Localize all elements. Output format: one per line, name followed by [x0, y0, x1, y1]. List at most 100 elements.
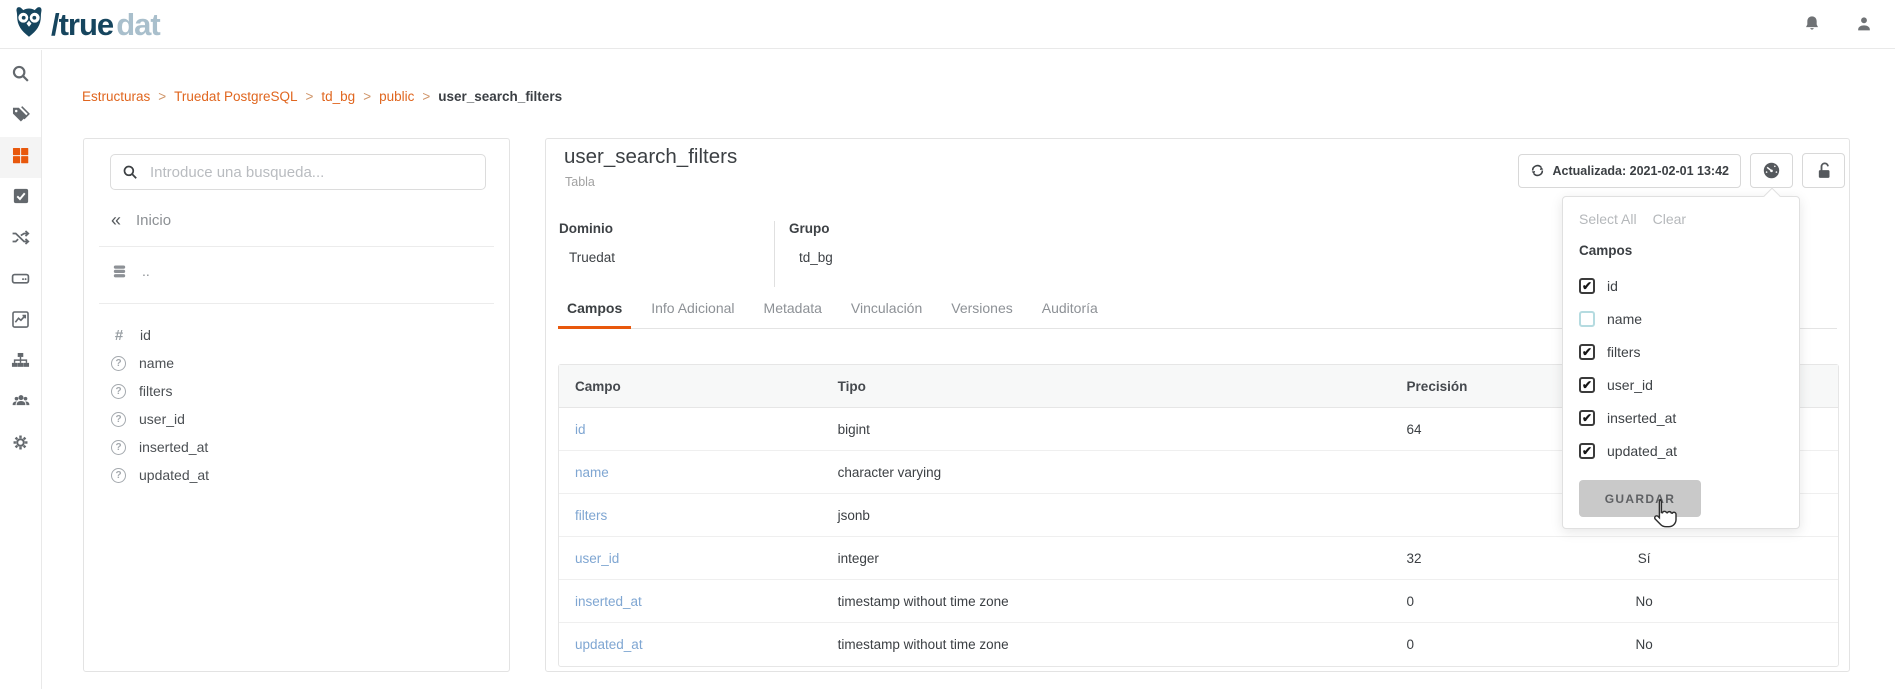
sidebar-item-dashboards[interactable] — [0, 301, 41, 342]
breadcrumb-link[interactable]: public — [379, 89, 414, 104]
field-item[interactable]: ?filters — [111, 377, 489, 405]
column-header: Campo — [559, 365, 822, 408]
question-icon: ? — [111, 356, 126, 371]
field-link-cell[interactable]: updated_at — [559, 623, 822, 666]
tab-metadata[interactable]: Metadata — [755, 291, 831, 328]
question-icon: ? — [111, 412, 126, 427]
field-type-cell: timestamp without time zone — [822, 623, 1391, 666]
field-link-cell[interactable]: inserted_at — [559, 580, 822, 623]
field-label: id — [140, 327, 151, 343]
user-avatar-icon[interactable] — [1853, 13, 1875, 35]
sidebar-item-search[interactable] — [0, 55, 41, 96]
option-label: inserted_at — [1607, 410, 1676, 426]
refresh-icon — [1530, 163, 1545, 178]
field-link-cell[interactable]: name — [559, 451, 822, 494]
field-nullable-cell: Sí — [1540, 537, 1838, 580]
field-item[interactable]: ?inserted_at — [111, 433, 489, 461]
dropdown-option[interactable]: ✔id — [1579, 269, 1785, 302]
gauge-icon — [1761, 160, 1782, 181]
sidebar-item-tags[interactable] — [0, 96, 41, 137]
tags-icon — [11, 105, 30, 129]
dropdown-option[interactable]: ✔updated_at — [1579, 434, 1785, 467]
breadcrumb-link[interactable]: td_bg — [321, 89, 355, 104]
notifications-bell-icon[interactable] — [1801, 13, 1823, 35]
column-header: Precisión — [1391, 365, 1541, 408]
field-link-cell[interactable]: user_id — [559, 537, 822, 580]
sidebar-item-settings[interactable] — [0, 424, 41, 465]
field-precision-cell: 64 — [1391, 408, 1541, 451]
server-icon — [11, 269, 30, 293]
info-label: Dominio — [559, 221, 774, 236]
field-precision-cell — [1391, 494, 1541, 537]
clear-link[interactable]: Clear — [1653, 211, 1686, 227]
logo-text-light: dat — [116, 9, 160, 40]
home-link[interactable]: « Inicio — [111, 209, 171, 231]
hash-icon: # — [111, 327, 127, 344]
field-nullable-cell: No — [1540, 623, 1838, 666]
table-row: user_idinteger32Sí — [559, 537, 1838, 580]
collapse-chevrons-icon: « — [111, 211, 121, 229]
magnifier-icon — [11, 64, 30, 88]
field-item[interactable]: # id — [111, 321, 489, 349]
dropdown-option[interactable]: name — [1579, 302, 1785, 335]
fields-dropdown: Select All Clear Campos ✔idname✔filters✔… — [1562, 196, 1800, 529]
tab-info-adicional[interactable]: Info Adicional — [642, 291, 743, 328]
chart-line-icon — [11, 310, 30, 334]
field-nullable-cell: No — [1540, 580, 1838, 623]
question-icon: ? — [111, 468, 126, 483]
breadcrumb-link[interactable]: Truedat PostgreSQL — [174, 89, 297, 104]
field-type-cell: jsonb — [822, 494, 1391, 537]
fields-config-button[interactable] — [1750, 153, 1793, 188]
field-link-cell[interactable]: id — [559, 408, 822, 451]
database-icon — [111, 263, 128, 280]
sidebar-item-lineage[interactable] — [0, 219, 41, 260]
checkbox-checked-icon[interactable]: ✔ — [1579, 410, 1595, 426]
divider — [99, 246, 494, 247]
info-value: td_bg — [789, 250, 833, 265]
fields-list: # id? name ?filters? user_id ?inserted_at?upd… — [111, 321, 489, 489]
question-icon: ? — [111, 384, 126, 399]
sidebar-item-taxonomy[interactable] — [0, 342, 41, 383]
field-label: user_id — [139, 411, 185, 427]
table-row: inserted_attimestamp without time zone0N… — [559, 580, 1838, 623]
checkbox-unchecked-icon[interactable] — [1579, 311, 1595, 327]
breadcrumb-link[interactable]: Estructuras — [82, 89, 150, 104]
info-group: Grupo td_bg — [775, 221, 833, 289]
sidebar-item-systems[interactable] — [0, 260, 41, 301]
parent-item[interactable]: .. — [111, 259, 150, 283]
dropdown-option[interactable]: ✔ user_id — [1579, 368, 1785, 401]
save-button[interactable]: GUARDAR — [1579, 480, 1701, 517]
shuffle-icon — [11, 228, 30, 252]
field-type-cell: bigint — [822, 408, 1391, 451]
option-label: name — [1607, 311, 1642, 327]
tab-auditor-a[interactable]: Auditoría — [1033, 291, 1107, 328]
tab-vinculaci-n[interactable]: Vinculación — [842, 291, 931, 328]
field-label: name — [139, 355, 174, 371]
lock-open-button[interactable] — [1802, 153, 1845, 188]
field-item[interactable]: ? name — [111, 349, 489, 377]
field-item[interactable]: ?updated_at — [111, 461, 489, 489]
search-input[interactable] — [148, 163, 474, 182]
select-all-link[interactable]: Select All — [1579, 211, 1637, 227]
tab-versiones[interactable]: Versiones — [942, 291, 1021, 328]
option-label: user_id — [1607, 377, 1653, 393]
grid-icon — [11, 146, 30, 170]
field-item[interactable]: ? user_id — [111, 405, 489, 433]
sidebar-item-quality[interactable] — [0, 178, 41, 219]
checkbox-checked-icon[interactable]: ✔ — [1579, 377, 1595, 393]
checkbox-checked-icon[interactable]: ✔ — [1579, 443, 1595, 459]
checkbox-checked-icon[interactable]: ✔ — [1579, 344, 1595, 360]
breadcrumb-separator: > — [422, 89, 430, 104]
sidebar-item-structures[interactable] — [0, 137, 41, 178]
checkbox-checked-icon[interactable]: ✔ — [1579, 278, 1595, 294]
search-icon — [122, 164, 138, 180]
header-actions — [1801, 13, 1875, 35]
tab-campos[interactable]: Campos — [558, 291, 631, 328]
sidebar-item-users[interactable] — [0, 383, 41, 424]
dropdown-option[interactable]: ✔filters — [1579, 335, 1785, 368]
field-link-cell[interactable]: filters — [559, 494, 822, 537]
dropdown-option[interactable]: ✔ inserted_at — [1579, 401, 1785, 434]
search-box — [110, 154, 486, 190]
breadcrumb-separator: > — [158, 89, 166, 104]
refresh-button[interactable]: Actualizada: 2021-02-01 13:42 — [1518, 154, 1741, 188]
